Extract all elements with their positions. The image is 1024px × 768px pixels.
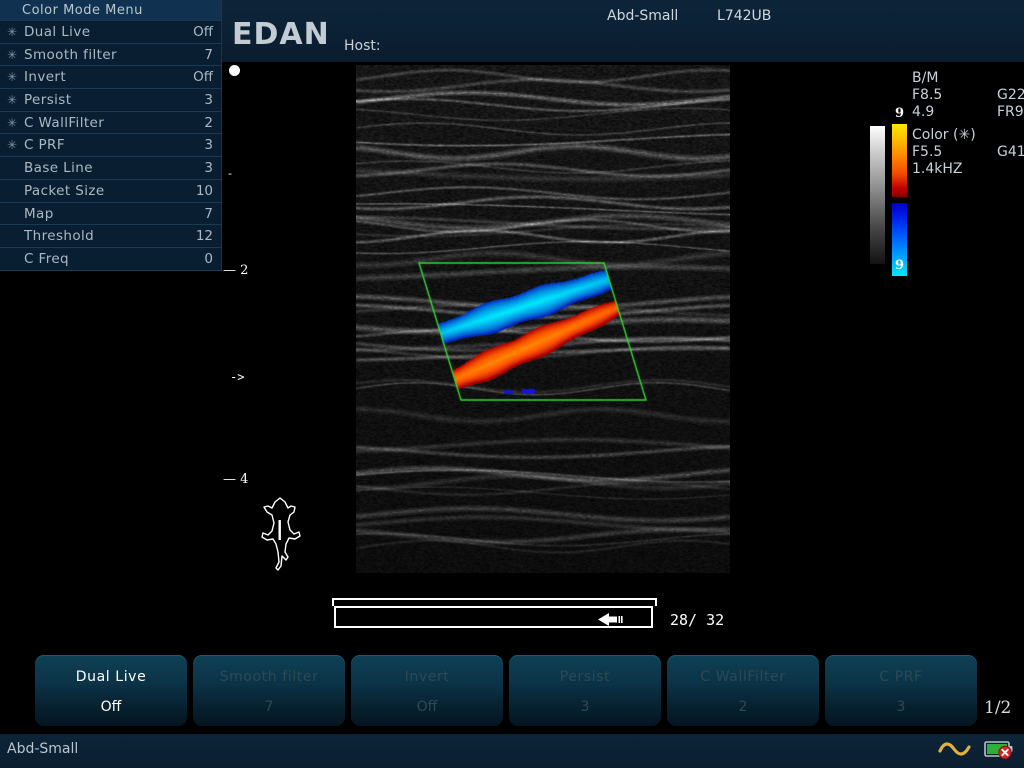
colorbar-top-value: 9 [895, 106, 905, 121]
softkey-label: C WallFilter [700, 669, 786, 685]
menu-item-label: C Freq [24, 250, 70, 267]
menu-item-value: Off [193, 24, 213, 40]
probe-name: L742UB [717, 8, 772, 24]
menu-item-list[interactable]: ✳ Dual Live Off ✳ Smooth filter 7 ✳ Invert Off ✳ P… [0, 21, 221, 271]
b-mode-image[interactable] [356, 65, 730, 573]
battery-error-icon[interactable] [984, 739, 1014, 763]
preset-name: Abd-Small [607, 8, 679, 24]
menu-item-value: 7 [204, 46, 213, 63]
softkey-value: 2 [738, 699, 748, 715]
menu-item-label: Smooth filter [24, 46, 117, 63]
menu-item-value: Off [193, 69, 213, 86]
menu-item-marker-icon: ✳ [6, 115, 18, 130]
menu-item[interactable]: Map 7 [0, 202, 221, 226]
softkey-label: C PRF [879, 669, 923, 685]
menu-item[interactable]: Threshold 12 [0, 225, 221, 248]
status-bar: Abd-Small [0, 734, 1024, 768]
menu-item-label: Invert [24, 69, 67, 86]
menu-item-label: Packet Size [24, 182, 105, 199]
menu-item-label: Dual Live [24, 24, 91, 40]
menu-item[interactable]: ✳ C PRF 3 [0, 134, 221, 158]
softkey-label: Persist [559, 669, 611, 685]
menu-item[interactable]: ✳ C WallFilter 2 [0, 111, 221, 135]
menu-item-marker-icon: ✳ [6, 93, 18, 108]
menu-item[interactable]: C Freq 0 [0, 247, 221, 271]
param-color-prf: 1.4kHZ [912, 161, 963, 177]
grayscale-bar [870, 126, 885, 264]
menu-item[interactable]: Base Line 3 [0, 157, 221, 180]
menu-item-label: Map [24, 205, 54, 222]
param-color-gain: G41 [997, 144, 1024, 160]
softkey-value: Off [100, 699, 122, 715]
menu-item[interactable]: ✳ Smooth filter 7 [0, 43, 221, 67]
host-label: Host: [344, 38, 381, 54]
menu-item-marker-icon: ✳ [6, 25, 18, 39]
softkey-value: 3 [896, 699, 906, 715]
menu-item-value: 7 [204, 205, 213, 222]
softkey-value: Off [416, 699, 438, 715]
status-preset-label: Abd-Small [7, 741, 79, 757]
depth-tick: — 2 [223, 263, 249, 278]
menu-item-value: 3 [204, 137, 213, 154]
softkey-button[interactable]: Smooth filter 7 [193, 655, 345, 726]
param-bm-focus: F8.5 [912, 87, 943, 103]
softkey-label: Smooth filter [219, 669, 319, 685]
softkey-page-indicator[interactable]: 1/2 [984, 698, 1011, 718]
menu-item-value: 0 [204, 250, 213, 267]
cine-bracket [332, 598, 657, 606]
softkey-button-bar[interactable]: Dual Live Off Smooth filter 7 Invert Off Persi… [0, 651, 1024, 729]
softkey-button[interactable]: Persist 3 [509, 655, 661, 726]
menu-item-label: C PRF [24, 137, 66, 154]
softkey-value: 7 [264, 699, 274, 715]
param-bm-depth: 4.9 [912, 104, 935, 120]
depth-tick: - [228, 167, 232, 180]
param-color-focus: F5.5 [912, 144, 943, 160]
color-mode-menu[interactable]: Color Mode Menu ✳ Dual Live Off ✳ Smooth fil… [0, 0, 222, 271]
depth-tick: — 4 [223, 472, 249, 487]
focus-position-marker[interactable]: -> [230, 370, 244, 384]
softkey-button[interactable]: Dual Live Off [35, 655, 187, 726]
ac-power-wave-icon [938, 740, 972, 762]
menu-item-marker-icon: ✳ [6, 47, 18, 62]
menu-item-label: Threshold [24, 228, 95, 245]
cine-frame-counter: 28/ 32 [670, 611, 725, 629]
colorbar-bottom-value: 9 [895, 258, 905, 273]
menu-item-label: C WallFilter [24, 114, 105, 131]
softkey-label: Invert [404, 669, 450, 685]
menu-item-label: Base Line [24, 160, 93, 177]
param-bm-framerate: FR9 [997, 104, 1024, 120]
menu-item-value: 3 [204, 92, 213, 109]
param-bm-mode: B/M [912, 70, 939, 86]
flow-toward-colorbar [892, 124, 907, 197]
menu-item[interactable]: Packet Size 10 [0, 179, 221, 203]
ultrasound-screen: EDAN Host: Abd-Small L742UB Color Mode M… [0, 0, 1024, 768]
menu-item-value: 12 [195, 228, 213, 245]
menu-item[interactable]: ✳ Dual Live Off [0, 21, 221, 44]
menu-item[interactable]: ✳ Invert Off [0, 66, 221, 90]
menu-title: Color Mode Menu [0, 0, 221, 21]
param-color-mode: Color (✳) [912, 127, 976, 143]
menu-item-value: 3 [204, 160, 213, 177]
menu-item-value: 10 [195, 182, 213, 199]
menu-item[interactable]: ✳ Persist 3 [0, 89, 221, 112]
softkey-button[interactable]: C WallFilter 2 [667, 655, 819, 726]
menu-item-marker-icon: ✳ [6, 70, 18, 85]
cine-position-marker-icon[interactable] [597, 611, 623, 626]
softkey-button[interactable]: C PRF 3 [825, 655, 977, 726]
softkey-label: Dual Live [75, 669, 147, 685]
param-bm-gain: G22 [997, 87, 1024, 103]
menu-item-marker-icon: ✳ [6, 138, 18, 153]
softkey-value: 3 [580, 699, 590, 715]
softkey-button[interactable]: Invert Off [351, 655, 503, 726]
ultrasound-image-area[interactable]: - — 2 — 4 -> 9 9 B/M F8.5 G22 4.9 FR9 Col… [222, 62, 1024, 640]
menu-item-value: 2 [204, 114, 213, 131]
cine-loop-bar[interactable]: 28/ 32 [332, 598, 724, 630]
animal-body-marker-icon[interactable] [250, 494, 310, 572]
menu-item-label: Persist [24, 92, 72, 109]
edan-logo: EDAN [232, 17, 330, 52]
